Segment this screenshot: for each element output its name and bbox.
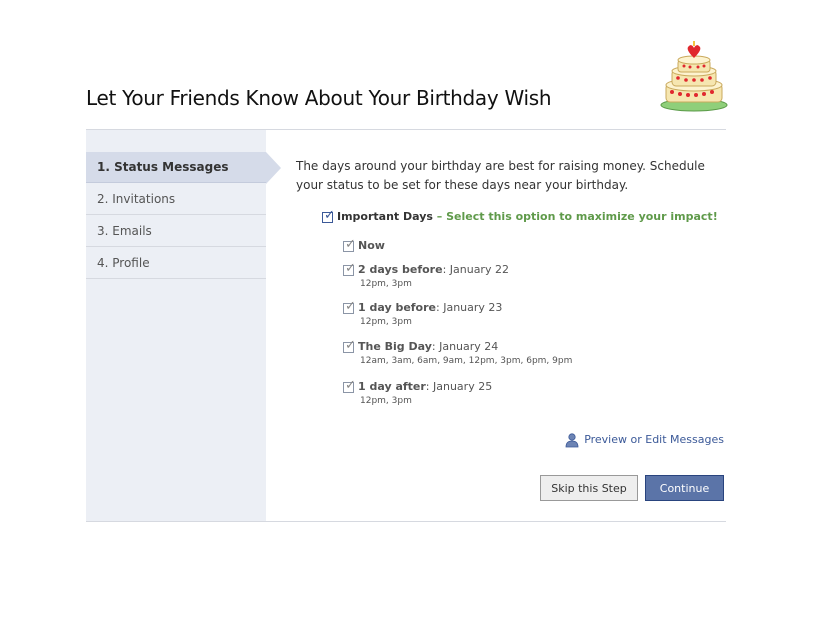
wizard-frame: 1. Status Messages 2. Invitations 3. Ema… [86, 129, 726, 522]
schedule-label: 2 days before [358, 263, 443, 276]
schedule-item-2-days-before: ✓ 2 days before: January 22 12pm, 3pm [343, 260, 509, 289]
schedule-checkbox[interactable]: ✓ [343, 260, 356, 276]
birthday-cake-icon [660, 41, 728, 112]
schedule-date: : January 25 [425, 380, 493, 393]
sidebar-item-label: 1. Status Messages [97, 160, 229, 174]
continue-button[interactable]: Continue [645, 475, 724, 501]
schedule-item-now: ✓ Now [343, 236, 385, 252]
sidebar-item-emails[interactable]: 3. Emails [86, 216, 266, 247]
schedule-label: The Big Day [358, 340, 432, 353]
sidebar-item-label: 3. Emails [97, 224, 152, 238]
important-days-option: ✓ Important Days – Select this option to … [322, 207, 718, 223]
schedule-checkbox[interactable]: ✓ [343, 236, 356, 252]
schedule-times: 12pm, 3pm [360, 279, 412, 289]
schedule-checkbox[interactable]: ✓ [343, 377, 356, 393]
schedule-label: Now [358, 239, 385, 252]
schedule-label: 1 day before [358, 301, 437, 314]
sidebar-item-status-messages[interactable]: 1. Status Messages [86, 152, 281, 184]
schedule-checkbox[interactable]: ✓ [343, 337, 356, 353]
sidebar-item-label: 2. Invitations [97, 192, 176, 206]
intro-text: The days around your birthday are best f… [296, 159, 705, 192]
schedule-times: 12pm, 3pm [360, 317, 412, 327]
preview-link-label: Preview or Edit Messages [584, 433, 724, 446]
schedule-item-1-day-before: ✓ 1 day before: January 23 12pm, 3pm [343, 298, 503, 327]
sidebar-item-invitations[interactable]: 2. Invitations [86, 184, 266, 215]
wizard-sidebar: 1. Status Messages 2. Invitations 3. Ema… [86, 130, 281, 521]
schedule-date: : January 23 [436, 301, 503, 314]
schedule-times: 12pm, 3pm [360, 396, 412, 406]
schedule-label: 1 day after [358, 380, 426, 393]
skip-step-button[interactable]: Skip this Step [540, 475, 638, 501]
checkmark-icon: ✓ [345, 298, 356, 314]
important-days-label: Important Days [337, 210, 433, 223]
sidebar-item-profile[interactable]: 4. Profile [86, 248, 266, 279]
important-days-hint: – Select this option to maximize your im… [432, 210, 718, 223]
checkmark-icon: ✓ [324, 207, 335, 223]
checkmark-icon: ✓ [345, 377, 356, 393]
checkmark-icon: ✓ [345, 260, 356, 276]
sidebar-item-label: 4. Profile [97, 256, 150, 270]
person-icon [565, 433, 579, 448]
preview-edit-link[interactable]: Preview or Edit Messages [564, 432, 724, 448]
checkmark-icon: ✓ [345, 236, 356, 252]
schedule-checkbox[interactable]: ✓ [343, 298, 356, 314]
checkmark-icon: ✓ [345, 337, 356, 353]
schedule-date: : January 24 [431, 340, 499, 353]
page-title: Let Your Friends Know About Your Birthda… [86, 86, 552, 110]
schedule-date: : January 22 [442, 263, 509, 276]
schedule-times: 12am, 3am, 6am, 9am, 12pm, 3pm, 6pm, 9pm [360, 356, 573, 366]
schedule-item-1-day-after: ✓ 1 day after: January 25 12pm, 3pm [343, 377, 493, 406]
schedule-item-big-day: ✓ The Big Day: January 24 12am, 3am, 6am,… [343, 337, 572, 366]
important-days-checkbox[interactable]: ✓ [322, 207, 335, 223]
active-step-arrow [266, 152, 281, 184]
